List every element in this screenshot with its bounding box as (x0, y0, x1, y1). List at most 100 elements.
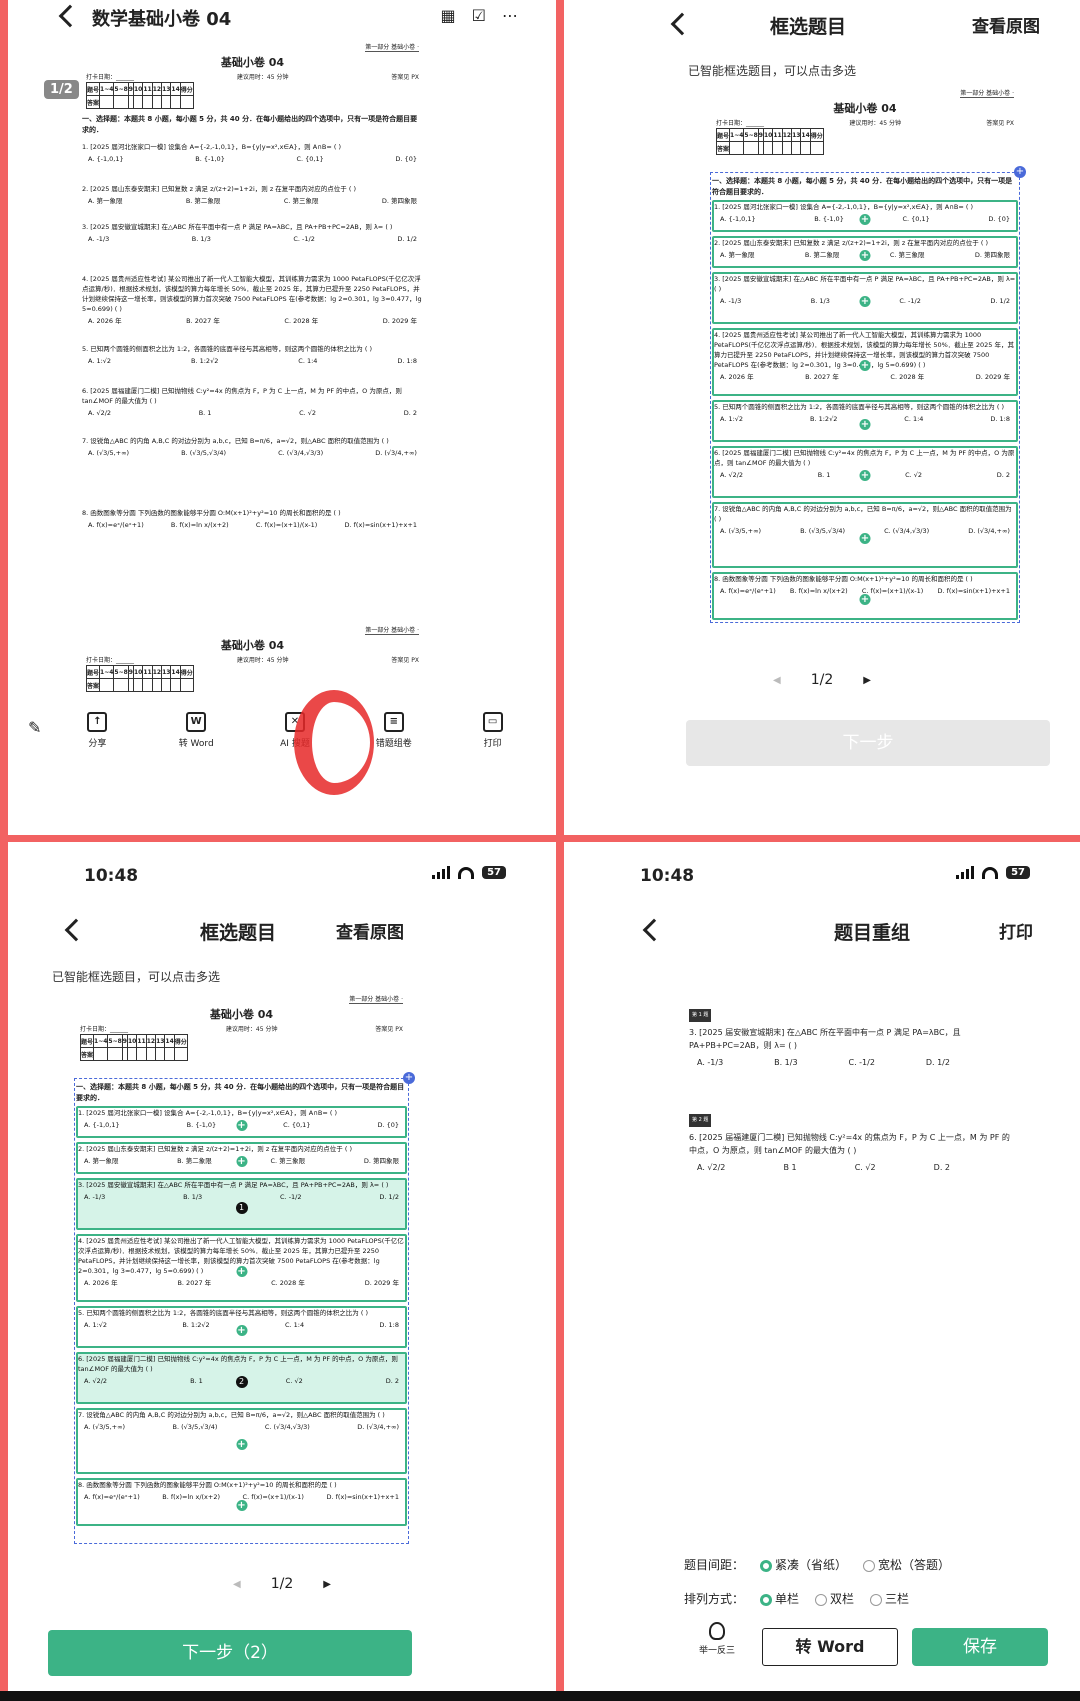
option: B. (√3/5,√3/4) (181, 449, 227, 457)
prev-page-icon[interactable]: ◀ (773, 675, 781, 686)
print-link[interactable]: 打印 (999, 918, 1033, 943)
back-icon[interactable] (670, 12, 694, 36)
paper-title: 基础小卷 04 (209, 1008, 274, 1021)
question-4[interactable]: 4. [2025 届贵州适应性考试] 某公司推出了新一代人工智能大模型，其训练算… (76, 1234, 407, 1302)
similar-questions-button[interactable]: 举一反三 (692, 1622, 742, 1656)
bottom-toolbar: ↑ 分享 W转 Word ✕ AI 搜题 ≡ 错题组卷 ▭ 打印 (8, 712, 556, 757)
question-6: 6. [2025 届福建厦门二模] 已知抛物线 C:y²=4x 的焦点为 F，P… (82, 386, 423, 432)
table-cell (161, 95, 172, 109)
add-icon[interactable]: + (236, 1500, 247, 1511)
table-cell (800, 141, 811, 155)
question-stem: 6. [2025 届福建厦门二模] 已知抛物线 C:y²=4x 的焦点为 F，P… (714, 449, 1015, 467)
header: 框选题目 查看原图 (564, 0, 1080, 50)
add-icon[interactable]: + (236, 1439, 247, 1450)
add-icon[interactable]: + (859, 250, 871, 261)
clock: 10:48 (640, 866, 695, 886)
add-icon[interactable]: + (859, 296, 871, 307)
question-2[interactable]: 2. [2025 届山东泰安期末] 已知复数 z 满足 z/(z+2)=1+2i… (76, 1142, 407, 1174)
option: D. 1:8 (379, 1321, 399, 1329)
table-header-cell: 13 (161, 82, 172, 96)
option: B. f(x)=ln x/(x+2) (789, 587, 848, 595)
spacing-compact-radio[interactable]: 紧凑（省纸） (760, 1556, 847, 1573)
question-7[interactable]: 7. 设锐角△ABC 的内角 A,B,C 的对边分别为 a,b,c，已知 B=π… (76, 1408, 407, 1474)
tool-word[interactable]: W 转 Word (166, 712, 226, 757)
layout-single-radio[interactable]: 单栏 (760, 1590, 799, 1607)
table-cell (107, 1047, 123, 1061)
question-1[interactable]: 1. [2025 届河北张家口一模] 设集合 A={-2,-1,0,1}，B={… (712, 200, 1018, 232)
back-icon[interactable] (64, 918, 88, 942)
save-button[interactable]: 保存 (912, 1628, 1048, 1666)
back-icon[interactable] (642, 918, 666, 942)
option: D. (√3/4,+∞) (357, 1423, 399, 1431)
option: A. 2026 年 (88, 317, 122, 325)
table-header-cell: 10 (132, 665, 144, 679)
check-square-icon[interactable]: ☑ (472, 6, 486, 25)
back-icon[interactable] (58, 4, 82, 28)
next-step-button[interactable]: 下一步（2） (48, 1630, 412, 1676)
section-heading: 一、选择题：本题共 8 小题，每小题 5 分，共 40 分．在每小题给出的四个选… (76, 1083, 405, 1102)
reorg-question-2[interactable]: 第 2 题 6. [2025 届福建厦门二模] 已知抛物线 C:y²=4x 的焦… (689, 1112, 1010, 1174)
question-8: 8. 函数图象等分圆 下列函数的图象能够平分圆 O:M(x+1)²+y²=10 … (82, 508, 423, 574)
more-icon[interactable]: ⋯ (502, 6, 518, 25)
view-original-link[interactable]: 查看原图 (972, 12, 1040, 37)
convert-word-button[interactable]: 转 Word (762, 1628, 898, 1666)
question-8[interactable]: 8. 函数图象等分圆 下列函数的图象能够平分圆 O:M(x+1)²+y²=10 … (712, 572, 1018, 620)
meta-time: 建议用时：45 分钟 (236, 74, 289, 81)
question-1[interactable]: 1. [2025 届河北张家口一模] 设集合 A={-2,-1,0,1}，B={… (76, 1106, 407, 1138)
reorg-question-1[interactable]: 第 1 题 3. [2025 届安徽宣城期末] 在△ABC 所在平面中有一点 P… (689, 1007, 1010, 1069)
question-5[interactable]: 5. 已知两个圆锥的侧面积之比为 1:2，各圆锥的底面半径与其高相等，则这两个圆… (712, 400, 1018, 442)
table-cell (179, 678, 194, 692)
add-icon[interactable]: + (236, 1266, 247, 1277)
option: A. f(x)=eˣ/(eˣ+1) (720, 587, 776, 595)
question-4[interactable]: 4. [2025 届贵州适应性考试] 某公司推出了新一代人工智能大模型，其训练算… (712, 328, 1018, 396)
question-3[interactable]: 3. [2025 届安徽宣城期末] 在△ABC 所在平面中有一点 P 满足 PA… (712, 272, 1018, 324)
question-stem: 5. 已知两个圆锥的侧面积之比为 1:2，各圆锥的底面半径与其高相等，则这两个圆… (714, 403, 1004, 411)
add-icon[interactable]: + (859, 214, 871, 225)
add-icon[interactable]: + (859, 594, 871, 605)
grid-icon[interactable]: ▦ (441, 6, 456, 25)
add-icon[interactable]: + (236, 1325, 247, 1336)
option: A. 1:√2 (84, 1321, 108, 1329)
option: C. 1:4 (298, 357, 318, 365)
question-options: A. (√3/5,+∞) B. (√3/5,√3/4) C. (√3/4,√3/3)… (78, 1420, 405, 1432)
next-step-button[interactable]: 下一步 (686, 720, 1050, 766)
question-6[interactable]: 6. [2025 届福建厦门二模] 已知抛物线 C:y²=4x 的焦点为 F，P… (712, 446, 1018, 498)
option: C. 第三象限 (270, 1157, 306, 1165)
option: C. (√3/4,√3/3) (264, 1423, 310, 1431)
tool-label: 分享 (88, 739, 107, 749)
view-original-link[interactable]: 查看原图 (336, 918, 404, 943)
question-5: 5. 已知两个圆锥的侧面积之比为 1:2，各圆锥的底面半径与其高相等，则这两个圆… (82, 344, 423, 382)
layout-row: 排列方式： 单栏 双栏 三栏 (684, 1590, 909, 1607)
add-icon[interactable]: + (859, 470, 871, 481)
option: B. 1/3 (191, 235, 211, 243)
option: C. √2 (905, 471, 923, 479)
spacing-loose-radio[interactable]: 宽松（答题） (863, 1556, 950, 1573)
add-icon[interactable]: + (236, 1120, 247, 1131)
question-7[interactable]: 7. 设锐角△ABC 的内角 A,B,C 的对边分别为 a,b,c，已知 B=π… (712, 502, 1018, 568)
next-page-icon[interactable]: ▶ (323, 1579, 331, 1590)
question-2[interactable]: 2. [2025 届山东泰安期末] 已知复数 z 满足 z/(z+2)=1+2i… (712, 236, 1018, 268)
layout-triple-radio[interactable]: 三栏 (870, 1590, 909, 1607)
option: D. (√3/4,+∞) (968, 527, 1010, 535)
add-icon[interactable]: + (236, 1156, 247, 1167)
layout-double-radio[interactable]: 双栏 (815, 1590, 854, 1607)
table-cell (170, 95, 181, 109)
paper-title: 基础小卷 04 (833, 102, 897, 115)
question-5[interactable]: 5. 已知两个圆锥的侧面积之比为 1:2，各圆锥的底面半径与其高相等，则这两个圆… (76, 1306, 407, 1348)
next-page-icon[interactable]: ▶ (863, 675, 871, 686)
prev-page-icon[interactable]: ◀ (233, 1579, 241, 1590)
question-8[interactable]: 8. 函数图象等分圆 下列函数的图象能够平分圆 O:M(x+1)²+y²=10 … (76, 1478, 407, 1526)
section-heading: 一、选择题：本题共 8 小题，每小题 5 分，共 40 分．在每小题给出的四个选… (82, 115, 418, 134)
option: A. √2/2 (88, 409, 112, 417)
question-3[interactable]: 3. [2025 届安徽宣城期末] 在△ABC 所在平面中有一点 P 满足 PA… (76, 1178, 407, 1230)
option: B. f(x)=ln x/(x+2) (170, 521, 229, 529)
panel-reorganize: 10:48 57 题目重组 打印 第 1 题 3. [2025 届安徽宣城期末]… (564, 842, 1080, 1691)
tool-share[interactable]: ↑ 分享 (67, 712, 127, 757)
tool-print[interactable]: ▭ 打印 (463, 712, 523, 757)
add-icon[interactable]: + (859, 419, 871, 430)
option: B. 第二象限 (185, 197, 221, 205)
tool-label: 转 Word (178, 739, 214, 749)
add-icon[interactable]: + (859, 533, 871, 544)
add-icon[interactable]: + (859, 360, 871, 371)
question-6[interactable]: 6. [2025 届福建厦门二模] 已知抛物线 C:y²=4x 的焦点为 F，P… (76, 1352, 407, 1404)
